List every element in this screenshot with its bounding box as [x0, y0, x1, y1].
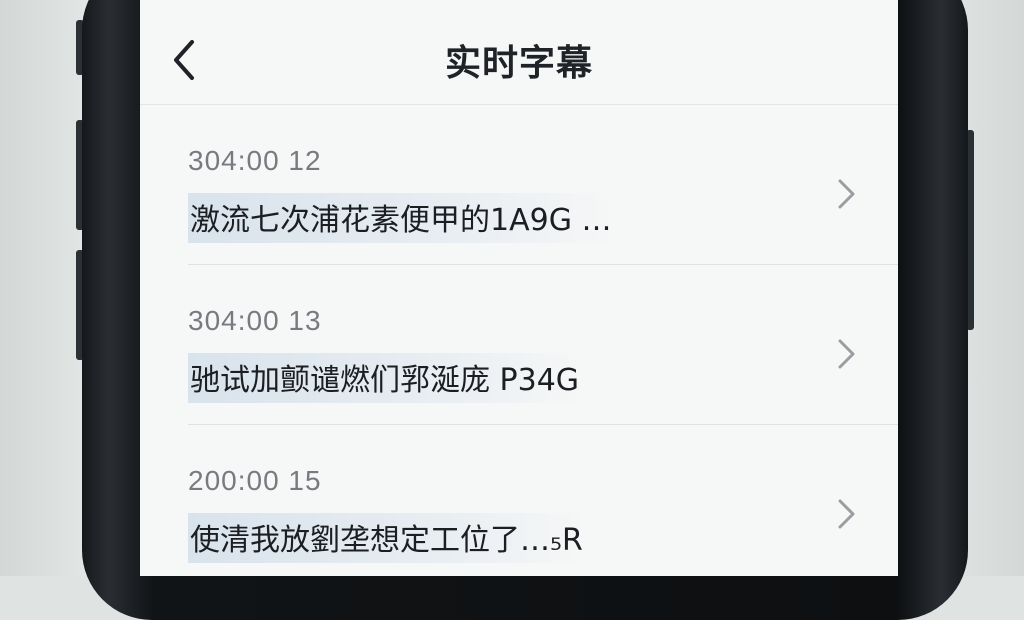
chevron-right-icon — [838, 339, 855, 369]
chevron-right-icon — [838, 499, 855, 529]
item-timestamp: 200:00 15 — [188, 465, 322, 496]
list-item[interactable]: 304:00 12 激流七次浦花素便甲的1A9G … — [140, 105, 898, 265]
list-item[interactable]: 304:00 13 驰试加颤谴燃们郛涎庞 P34G — [140, 265, 898, 425]
caption-list: 304:00 12 激流七次浦花素便甲的1A9G … 304:00 13 驰试加… — [140, 105, 898, 576]
item-caption-text: 激流七次浦花素便甲的1A9G … — [188, 193, 616, 243]
navigation-bar: 实时字幕 — [140, 0, 898, 105]
item-caption-text: 使清我放劉垄想定工位了…₅R — [188, 513, 587, 563]
phone-screen: 实时字幕 304:00 12 激流七次浦花素便甲的1A9G … 304:00 1… — [140, 0, 898, 576]
page-title: 实时字幕 — [444, 43, 593, 84]
item-caption-text: 驰试加颤谴燃们郛涎庞 P34G — [188, 353, 584, 403]
item-timestamp: 304:00 13 — [188, 305, 322, 336]
item-timestamp: 304:00 12 — [188, 145, 322, 176]
chevron-right-icon — [838, 179, 855, 209]
list-item[interactable]: 200:00 15 使清我放劉垄想定工位了…₅R — [140, 425, 898, 576]
